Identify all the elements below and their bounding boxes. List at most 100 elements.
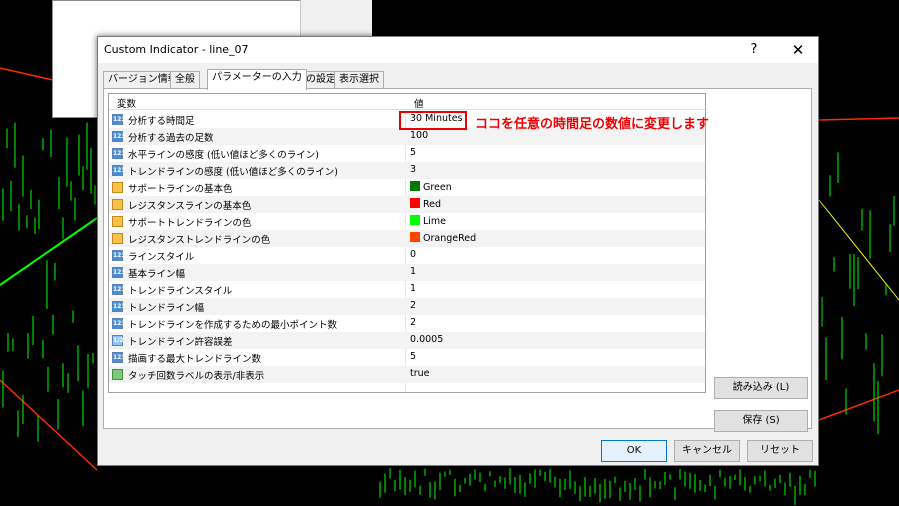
parameter-value-text: 1 xyxy=(410,283,417,294)
parameter-value-text: 100 xyxy=(410,130,429,141)
support-trendline xyxy=(0,217,98,286)
parameter-row[interactable]: 123 トレンドラインを作成するための最小ポイント数 2 xyxy=(109,315,705,332)
parameter-row[interactable]: 123 トレンドラインの感度 (低い値ほど多くのライン) 3 xyxy=(109,162,705,179)
parameter-row[interactable]: サポートトレンドラインの色 Lime xyxy=(109,213,705,230)
help-button[interactable]: ? xyxy=(742,40,766,60)
parameter-label: トレンドライン幅 xyxy=(128,303,205,314)
parameter-value[interactable]: 3 xyxy=(410,164,416,175)
bool-param-icon xyxy=(112,369,123,380)
column-header-variable: 変数 xyxy=(117,99,137,110)
parameter-row[interactable]: サポートラインの基本色 Green xyxy=(109,179,705,196)
parameter-value[interactable]: 2 xyxy=(410,317,416,328)
parameter-row[interactable]: レジスタンストレンドラインの色 OrangeRed xyxy=(109,230,705,247)
color-param-icon xyxy=(112,182,123,193)
close-button[interactable]: ✕ xyxy=(786,40,810,60)
parameter-row[interactable]: 123 トレンドライン幅 2 xyxy=(109,298,705,315)
tab-bar: バージョン情報 全般 パラメーターの入力 色の設定 表示選択 xyxy=(103,69,813,90)
value-highlight-box xyxy=(399,111,467,130)
parameters-grid: 変数 値 123 分析する時間足 30 Minutes 123 分析する過去の足数 100… xyxy=(108,93,706,393)
parameter-value[interactable]: 1 xyxy=(410,266,416,277)
resistance-line xyxy=(818,117,899,121)
parameter-row[interactable]: 123 描画する最大トレンドライン数 5 xyxy=(109,349,705,366)
parameter-row[interactable]: レジスタンスラインの基本色 Red xyxy=(109,196,705,213)
parameter-value-text: 2 xyxy=(410,317,417,328)
parameter-value[interactable]: 100 xyxy=(410,130,428,141)
color-param-icon xyxy=(112,216,123,227)
parameter-label: レジスタンスラインの基本色 xyxy=(128,201,252,212)
integer-param-icon: 123 xyxy=(112,284,126,295)
parameter-label: 基本ライン幅 xyxy=(128,269,186,280)
parameter-label: サポートラインの基本色 xyxy=(128,184,233,195)
integer-param-icon: 123 xyxy=(112,131,126,142)
cancel-button[interactable]: キャンセル xyxy=(674,440,740,462)
reset-button[interactable]: リセット xyxy=(747,440,813,462)
parameter-value[interactable]: 0.0005 xyxy=(410,334,443,345)
color-swatch xyxy=(410,198,420,208)
integer-param-icon: 123 xyxy=(112,250,126,261)
parameter-label: ラインスタイル xyxy=(128,252,195,263)
parameter-row[interactable]: 123 基本ライン幅 1 xyxy=(109,264,705,281)
parameter-label: タッチ回数ラベルの表示/非表示 xyxy=(128,371,265,382)
resistance-trendline xyxy=(818,389,899,421)
background-window-edge xyxy=(300,0,372,38)
annotation-text: ココを任意の時間足の数値に変更します xyxy=(475,117,710,132)
integer-param-icon: 123 xyxy=(112,114,126,125)
integer-param-icon: 123 xyxy=(112,318,126,329)
integer-param-icon: 123 xyxy=(112,301,126,312)
parameter-row[interactable]: タッチ回数ラベルの表示/非表示 true xyxy=(109,366,705,383)
parameter-value[interactable]: 0 xyxy=(410,249,416,260)
parameter-value[interactable]: 2 xyxy=(410,300,416,311)
parameter-label: 描画する最大トレンドライン数 xyxy=(128,354,262,365)
parameter-row[interactable]: 123 ラインスタイル 0 xyxy=(109,247,705,264)
load-button[interactable]: 読み込み (L) xyxy=(714,377,808,399)
parameter-label: トレンドラインの感度 (低い値ほど多くのライン) xyxy=(128,167,338,178)
tab-general[interactable]: 全般 xyxy=(170,71,200,88)
parameter-value[interactable]: Red xyxy=(410,198,441,210)
parameter-value[interactable]: OrangeRed xyxy=(410,232,476,244)
parameter-row[interactable]: 123 トレンドラインスタイル 1 xyxy=(109,281,705,298)
parameter-label: レジスタンストレンドラインの色 xyxy=(128,235,271,246)
parameter-label: 水平ラインの感度 (低い値ほど多くのライン) xyxy=(128,150,319,161)
parameter-value-text: Red xyxy=(423,199,442,210)
parameter-value-text: 1 xyxy=(410,266,417,277)
double-param-icon: 1/2 xyxy=(112,335,124,346)
resistance-trendline xyxy=(0,379,98,471)
parameter-value-text: 0 xyxy=(410,249,417,260)
parameter-value-text: 2 xyxy=(410,300,417,311)
parameter-label: トレンドラインを作成するための最小ポイント数 xyxy=(128,320,338,331)
parameter-value[interactable]: true xyxy=(410,368,430,379)
parameter-value[interactable]: 5 xyxy=(410,147,416,158)
parameter-value[interactable]: Lime xyxy=(410,215,446,227)
parameter-row[interactable]: 1/2 トレンドライン許容誤差 0.0005 xyxy=(109,332,705,349)
integer-param-icon: 123 xyxy=(112,352,126,363)
dialog-title: Custom Indicator - line_07 xyxy=(104,43,249,56)
parameter-value-text: Lime xyxy=(423,216,447,227)
column-header-value: 値 xyxy=(414,99,424,110)
parameter-value[interactable]: 1 xyxy=(410,283,416,294)
parameter-value-text: 0.0005 xyxy=(410,334,444,345)
parameter-label: トレンドラインスタイル xyxy=(128,286,233,297)
parameter-value-text: OrangeRed xyxy=(423,233,477,244)
parameter-value[interactable]: 5 xyxy=(410,351,416,362)
parameter-value-text: true xyxy=(410,368,430,379)
integer-param-icon: 123 xyxy=(112,165,126,176)
parameter-value-text: 3 xyxy=(410,164,417,175)
parameter-label: 分析する過去の足数 xyxy=(128,133,214,144)
trendline xyxy=(818,199,899,301)
parameter-row[interactable]: 123 水平ラインの感度 (低い値ほど多くのライン) 5 xyxy=(109,145,705,162)
parameter-label: サポートトレンドラインの色 xyxy=(128,218,252,229)
parameter-value[interactable]: Green xyxy=(410,181,452,193)
color-swatch xyxy=(410,181,420,191)
integer-param-icon: 123 xyxy=(112,267,126,278)
color-swatch xyxy=(410,215,420,225)
custom-indicator-dialog: Custom Indicator - line_07 ? ✕ バージョン情報 全… xyxy=(97,36,819,466)
color-param-icon xyxy=(112,233,123,244)
save-button[interactable]: 保存 (S) xyxy=(714,410,808,432)
tab-parameters[interactable]: パラメーターの入力 xyxy=(207,69,307,90)
ok-button[interactable]: OK xyxy=(601,440,667,462)
parameter-label: トレンドライン許容誤差 xyxy=(128,337,233,348)
tab-visualization[interactable]: 表示選択 xyxy=(334,71,384,88)
parameter-value-text: Green xyxy=(423,182,452,193)
integer-param-icon: 123 xyxy=(112,148,126,159)
color-param-icon xyxy=(112,199,123,210)
